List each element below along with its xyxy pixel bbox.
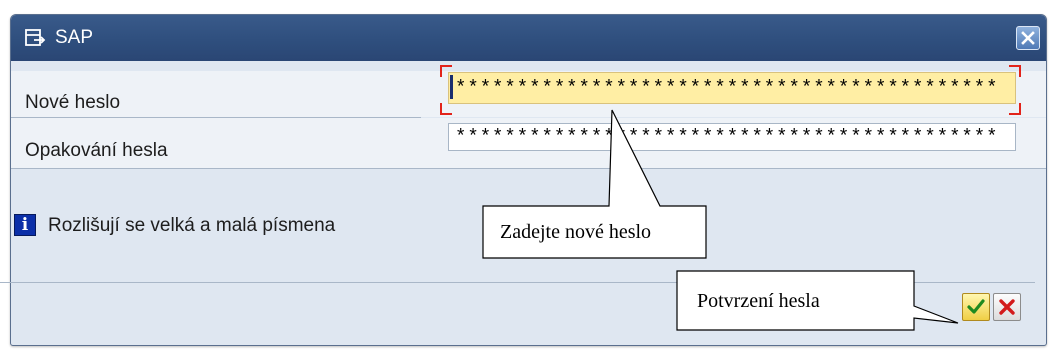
cross-icon [999, 299, 1015, 315]
annotation-layer [482, 109, 959, 331]
cancel-button[interactable] [993, 293, 1021, 321]
callout-new-password: Zadejte nové heslo [500, 221, 652, 243]
checkmark-icon [967, 299, 985, 314]
callout-confirm: Potvrzení hesla [697, 290, 820, 312]
confirm-button[interactable] [962, 293, 990, 321]
